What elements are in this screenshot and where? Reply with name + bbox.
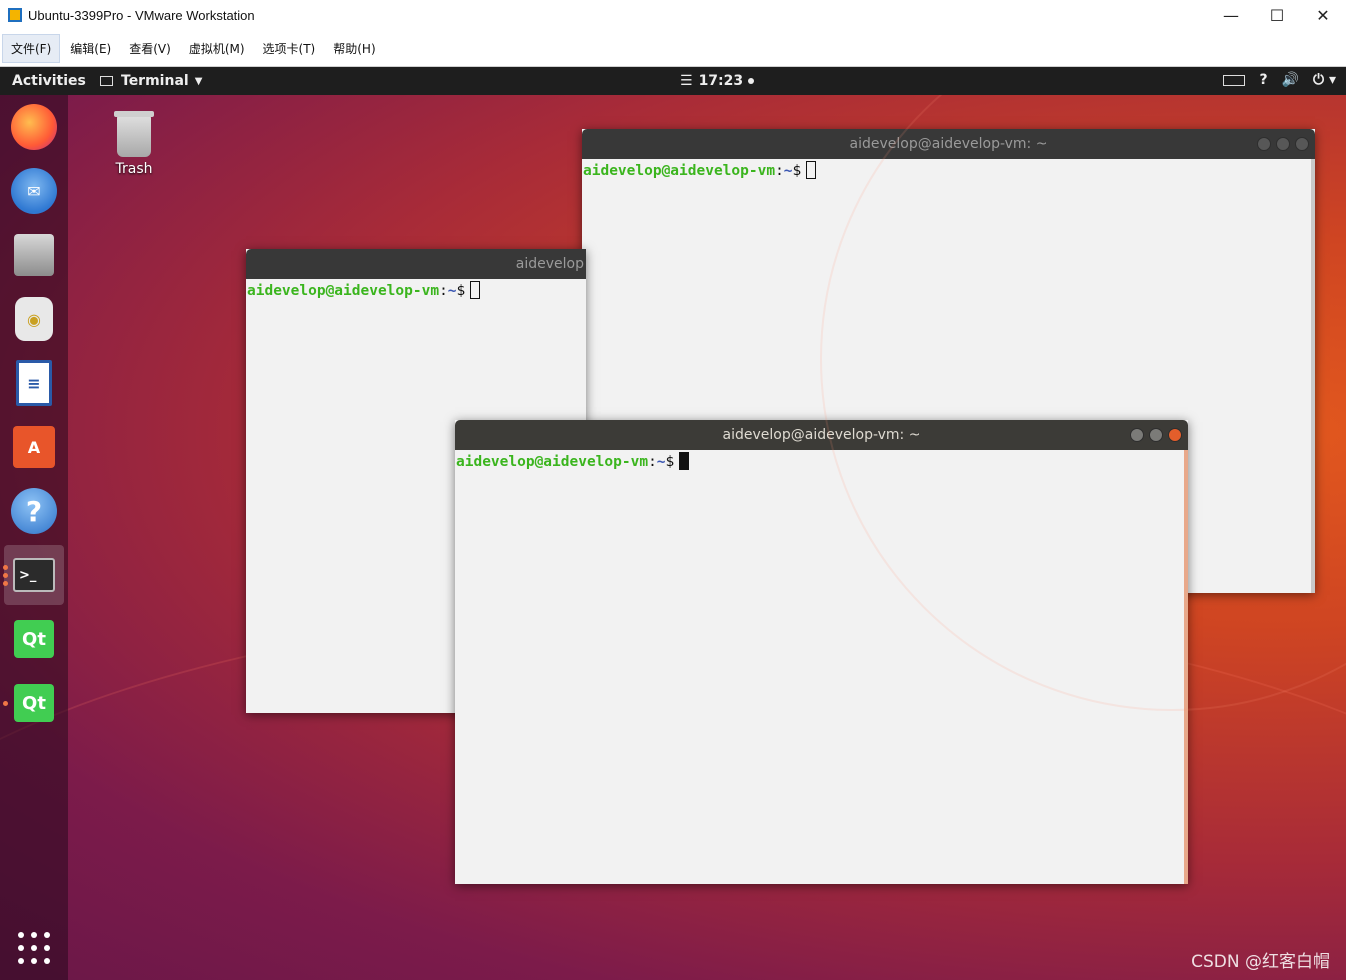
- chevron-down-icon: ▼: [194, 75, 203, 87]
- prompt-symbol: $: [456, 283, 466, 299]
- libreoffice-writer-icon: ≡: [16, 360, 52, 406]
- terminal-prompt: aidevelop@aidevelop-vm:~$: [247, 281, 481, 299]
- scrollbar[interactable]: [1311, 159, 1315, 593]
- firefox-icon: [11, 104, 57, 150]
- prompt-user: aidevelop@aidevelop-vm: [247, 283, 440, 299]
- running-indicator: [3, 573, 8, 578]
- terminal-window-controls: [1130, 428, 1182, 442]
- prompt-separator: :: [439, 283, 448, 299]
- maximize-button[interactable]: [1149, 428, 1163, 442]
- scrollbar[interactable]: [1184, 450, 1188, 884]
- close-button[interactable]: [1295, 137, 1309, 151]
- prompt-separator: :: [648, 454, 657, 470]
- minimize-button[interactable]: [1130, 428, 1144, 442]
- thunderbird-icon: ✉: [11, 168, 57, 214]
- close-button[interactable]: ✕: [1300, 0, 1346, 30]
- terminal-titlebar[interactable]: aidevelop@aidevelop-vm: ~: [455, 420, 1188, 450]
- dock-qt-creator[interactable]: Qt: [4, 609, 64, 669]
- menu-tabs[interactable]: 选项卡(T): [255, 35, 324, 62]
- prompt-symbol: $: [792, 163, 802, 179]
- menu-vm[interactable]: 虚拟机(M): [181, 35, 253, 62]
- trash-label: Trash: [115, 161, 153, 177]
- qt-creator-icon: Qt: [14, 620, 54, 658]
- text-cursor: [806, 161, 817, 179]
- prompt-user: aidevelop@aidevelop-vm: [583, 163, 776, 179]
- running-indicator: [3, 581, 8, 586]
- dock-thunderbird[interactable]: ✉: [4, 161, 64, 221]
- prompt-path: ~: [656, 454, 666, 470]
- keyboard-icon[interactable]: [1223, 74, 1246, 86]
- terminal-titlebar[interactable]: aidevelop: [246, 249, 586, 279]
- vmware-menubar: 文件(F) 编辑(E) 查看(V) 虚拟机(M) 选项卡(T) 帮助(H): [0, 30, 1346, 67]
- terminal-title: aidevelop@aidevelop-vm: ~: [849, 136, 1048, 152]
- vmware-app-icon: [8, 8, 22, 22]
- dock-files[interactable]: [4, 225, 64, 285]
- terminal-titlebar[interactable]: aidevelop@aidevelop-vm: ~: [582, 129, 1315, 159]
- power-icon[interactable]: ⏻ ▾: [1313, 72, 1336, 88]
- app-menu-label: Terminal: [121, 73, 189, 89]
- menu-file[interactable]: 文件(F): [2, 33, 61, 63]
- notifications-icon: ☰: [680, 73, 693, 89]
- prompt-path: ~: [447, 283, 457, 299]
- text-cursor: [470, 281, 481, 299]
- clock[interactable]: ☰ 17:23: [680, 73, 755, 89]
- show-applications-button[interactable]: [14, 928, 54, 968]
- qt-designer-icon: Qt: [14, 684, 54, 722]
- terminal-small-icon: [100, 76, 113, 86]
- terminal-title: aidevelop: [515, 256, 584, 272]
- help-icon: ?: [11, 488, 57, 534]
- dock-firefox[interactable]: [4, 97, 64, 157]
- terminal-title: aidevelop@aidevelop-vm: ~: [722, 427, 921, 443]
- minimize-button[interactable]: [1257, 137, 1271, 151]
- app-menu[interactable]: Terminal ▼: [100, 73, 202, 89]
- minimize-button[interactable]: —: [1208, 0, 1254, 30]
- dock-help[interactable]: ?: [4, 481, 64, 541]
- dock-writer[interactable]: ≡: [4, 353, 64, 413]
- maximize-button[interactable]: [1276, 137, 1290, 151]
- prompt-symbol: $: [665, 454, 675, 470]
- dock-qt-designer[interactable]: Qt: [4, 673, 64, 733]
- prompt-user: aidevelop@aidevelop-vm: [456, 454, 649, 470]
- terminal-prompt: aidevelop@aidevelop-vm:~$: [583, 161, 817, 179]
- menu-edit[interactable]: 编辑(E): [62, 35, 119, 62]
- watermark: CSDN @红客白帽: [1191, 952, 1330, 972]
- running-indicator: [3, 701, 8, 706]
- terminal-window-controls: [1257, 137, 1309, 151]
- volume-icon[interactable]: 🔊: [1282, 72, 1299, 88]
- dock-rhythmbox[interactable]: ◉: [4, 289, 64, 349]
- menu-help[interactable]: 帮助(H): [325, 35, 383, 62]
- trash-icon: [114, 111, 154, 157]
- accessibility-icon[interactable]: ?: [1259, 72, 1267, 88]
- prompt-separator: :: [775, 163, 784, 179]
- notification-dot: [748, 78, 755, 84]
- activities-button[interactable]: Activities: [12, 73, 86, 89]
- dock-software[interactable]: A: [4, 417, 64, 477]
- rhythmbox-icon: ◉: [15, 297, 53, 341]
- prompt-path: ~: [783, 163, 793, 179]
- terminal-prompt: aidevelop@aidevelop-vm:~$: [456, 452, 690, 470]
- running-indicator: [3, 565, 8, 570]
- dock-terminal[interactable]: >_: [4, 545, 64, 605]
- files-icon: [14, 234, 54, 276]
- gnome-topbar: Activities Terminal ▼ ☰ 17:23 ? 🔊 ⏻ ▾: [0, 67, 1346, 95]
- terminal-window-active[interactable]: aidevelop@aidevelop-vm: ~ aidevelop@aide…: [455, 420, 1188, 884]
- dock: ✉ ◉ ≡ A ? >_ Qt Qt: [0, 95, 68, 980]
- terminal-icon: >_: [13, 558, 55, 592]
- system-tray[interactable]: ? 🔊 ⏻ ▾: [1223, 72, 1336, 88]
- menu-view[interactable]: 查看(V): [121, 35, 179, 62]
- software-center-icon: A: [13, 426, 55, 468]
- text-cursor: [679, 452, 690, 470]
- vmware-titlebar: Ubuntu-3399Pro - VMware Workstation — ☐ …: [0, 0, 1346, 30]
- clock-time: 17:23: [698, 73, 744, 89]
- window-controls: — ☐ ✕: [1208, 0, 1346, 30]
- close-button[interactable]: [1168, 428, 1182, 442]
- window-title: Ubuntu-3399Pro - VMware Workstation: [28, 7, 255, 23]
- guest-display[interactable]: Activities Terminal ▼ ☰ 17:23 ? 🔊 ⏻ ▾ ✉: [0, 67, 1346, 980]
- maximize-button[interactable]: ☐: [1254, 0, 1300, 30]
- desktop-trash[interactable]: Trash: [108, 111, 160, 177]
